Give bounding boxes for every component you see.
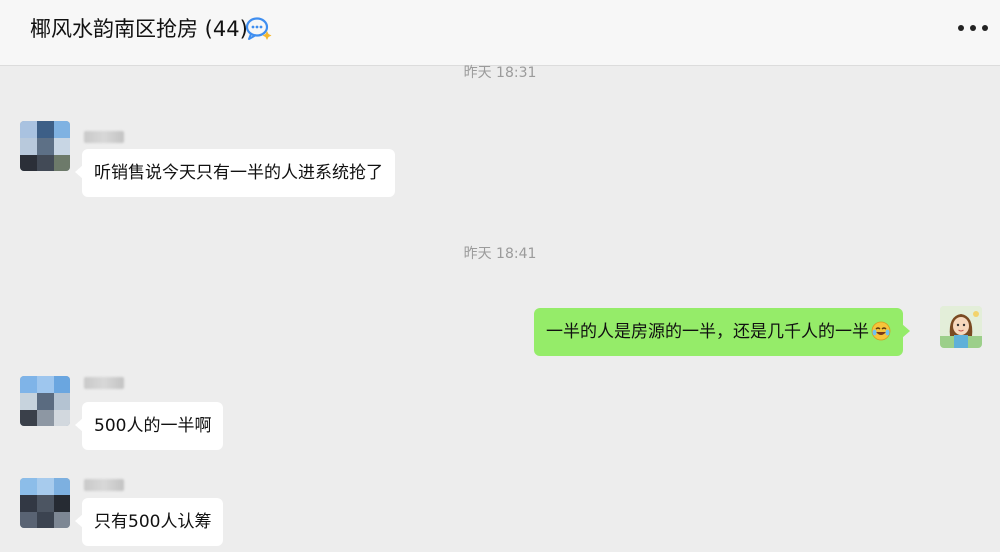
more-icon[interactable] — [958, 18, 988, 38]
timestamp: 昨天 18:31 — [463, 65, 537, 81]
sender-name-blurred — [84, 479, 124, 491]
chat-header: 椰风水韵南区抢房 (44) — [0, 0, 1000, 66]
message-text: 一半的人是房源的一半，还是几千人的一半 — [546, 322, 869, 342]
sender-name-blurred — [84, 377, 124, 389]
message-bubble-incoming[interactable]: 500人的一半啊 — [74, 402, 224, 450]
chat-title[interactable]: 椰风水韵南区抢房 (44) — [30, 14, 248, 44]
cartoon-girl-avatar-icon — [940, 306, 982, 348]
sender-name-blurred — [84, 131, 124, 143]
avatar[interactable] — [20, 376, 70, 426]
timestamp: 昨天 18:41 — [463, 246, 537, 262]
avatar[interactable] — [20, 121, 70, 171]
chat-bubble-icon[interactable] — [245, 16, 273, 42]
laughing-crying-emoji-icon — [871, 321, 891, 341]
avatar[interactable] — [20, 478, 70, 528]
message-bubble-incoming[interactable]: 只有500人认筹 — [74, 498, 224, 546]
message-bubble-outgoing[interactable]: 一半的人是房源的一半，还是几千人的一半 — [534, 308, 910, 356]
message-bubble-incoming[interactable]: 听销售说今天只有一半的人进系统抢了 — [75, 149, 395, 197]
my-avatar[interactable] — [940, 306, 982, 348]
